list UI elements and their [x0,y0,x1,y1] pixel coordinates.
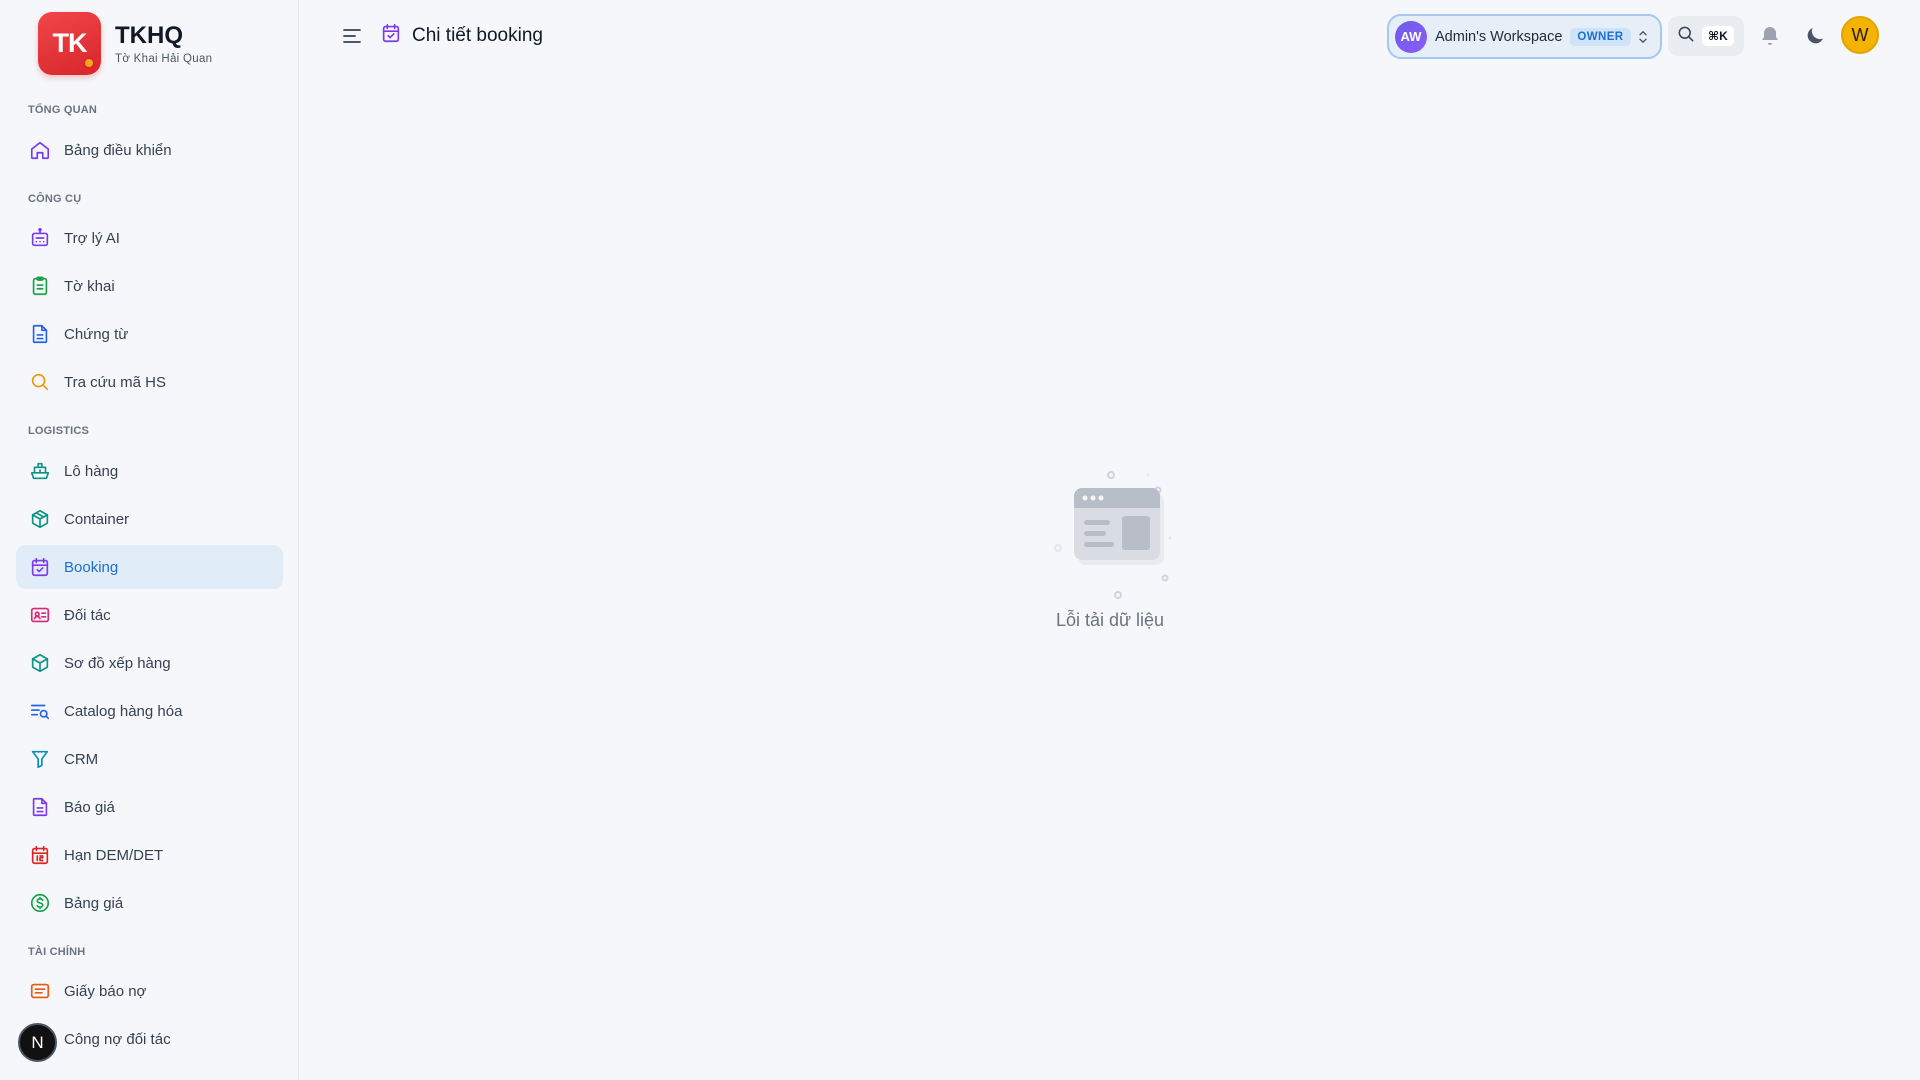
moon-icon[interactable] [1803,24,1827,48]
brand-text: TKHQ Tờ Khai Hải Quan [115,22,212,65]
sidebar-item-label: Tra cứu mã HS [64,373,167,391]
sidebar-item-label: Bảng giá [64,894,124,912]
page-title: Chi tiết booking [412,24,543,46]
sidebar-item-label: Booking [64,558,119,576]
search-shortcut: ⌘K [1702,26,1734,46]
search-icon [28,370,52,394]
sidebar-item-price-list[interactable]: Bảng giá [16,881,283,925]
sidebar-item-debit-note[interactable]: Giấy báo nợ [16,969,283,1013]
file-text-icon [28,795,52,819]
calendar-12-icon [28,843,52,867]
sidebar-item-label: Container [64,510,130,528]
sidebar-item-label: Chứng từ [64,325,129,343]
workspace-switcher[interactable]: AW Admin's Workspace OWNER [1387,14,1662,59]
sidebar-toggle-icon[interactable] [340,24,364,48]
sidebar-item-label: CRM [64,750,99,768]
id-card-icon [28,603,52,627]
n-badge-button[interactable]: N [18,1023,57,1062]
top-header: Chi tiết booking AW Admin's Workspace OW… [300,0,1920,72]
sidebar-item-stowage[interactable]: Sơ đồ xếp hàng [16,641,283,685]
empty-state: Lỗi tải dữ liệu [1030,460,1190,631]
sidebar-item-label: Đối tác [64,606,111,624]
workspace-name: Admin's Workspace [1435,28,1563,45]
file-text-icon [28,322,52,346]
sidebar-item-dashboard[interactable]: Bảng điều khiển [16,128,283,172]
brand[interactable]: TK TKHQ Tờ Khai Hải Quan [38,12,212,75]
search-icon [1676,24,1696,49]
sidebar-item-label: Trợ lý AI [64,229,120,247]
sidebar-item-ai[interactable]: Trợ lý AI [16,216,283,260]
sidebar-item-label: Sơ đồ xếp hàng [64,654,171,672]
ship-icon [28,459,52,483]
app-root: TK TKHQ Tờ Khai Hải Quan TỔNG QUAN Bảng … [0,0,1920,1080]
sidebar-item-label: Giấy báo nợ [64,982,147,1000]
calendar-check-icon [380,22,402,49]
section-label-tools: CÔNG CỤ [28,193,82,205]
search-button[interactable]: ⌘K [1668,16,1744,56]
sidebar-item-shipments[interactable]: Lô hàng [16,449,283,493]
sidebar-item-label: Công nợ đối tác [64,1030,171,1048]
sidebar-item-crm[interactable]: CRM [16,737,283,781]
workspace-role-badge: OWNER [1570,27,1631,46]
brand-logo-text: TK [52,28,88,58]
cube-icon [28,651,52,675]
workspace-avatar: AW [1395,20,1427,53]
empty-browser-icon [1030,460,1190,600]
sidebar-item-catalog[interactable]: Catalog hàng hóa [16,689,283,733]
sidebar-item-declaration[interactable]: Tờ khai [16,264,283,308]
brand-name: TKHQ [115,22,183,49]
sidebar-item-hs-lookup[interactable]: Tra cứu mã HS [16,360,283,404]
logo-dot [83,57,95,69]
home-icon [28,138,52,162]
brand-logo: TK [38,12,101,75]
sidebar-item-label: Bảng điều khiển [64,141,172,159]
calendar-check-icon [28,555,52,579]
user-avatar[interactable]: W [1841,16,1879,54]
clipboard-icon [28,274,52,298]
dollar-circle-icon [28,891,52,915]
sidebar-item-label: Tờ khai [64,277,115,295]
sidebar: TK TKHQ Tờ Khai Hải Quan TỔNG QUAN Bảng … [0,0,299,1080]
sidebar-item-booking[interactable]: Booking [16,545,283,589]
list-search-icon [28,699,52,723]
page-title-wrap: Chi tiết booking [380,22,543,49]
sidebar-item-demdet[interactable]: Hạn DEM/DET [16,833,283,877]
sidebar-item-partners[interactable]: Đối tác [16,593,283,637]
section-label-finance: TÀI CHÍNH [28,946,86,958]
box-icon [28,507,52,531]
sidebar-item-container[interactable]: Container [16,497,283,541]
section-label-logistics: LOGISTICS [28,425,90,437]
message-lines-icon [28,979,52,1003]
sidebar-item-label: Catalog hàng hóa [64,702,183,720]
sidebar-item-label: Lô hàng [64,462,119,480]
filter-icon [28,747,52,771]
chevron-up-down-icon [1634,27,1652,52]
robot-icon [28,226,52,250]
sidebar-item-documents[interactable]: Chứng từ [16,312,283,356]
sidebar-item-label: Hạn DEM/DET [64,846,164,864]
sidebar-item-quotes[interactable]: Báo giá [16,785,283,829]
empty-state-message: Lỗi tải dữ liệu [1055,610,1165,630]
sidebar-item-label: Báo giá [64,798,115,816]
bell-icon[interactable] [1758,24,1782,48]
brand-subtitle: Tờ Khai Hải Quan [115,53,213,65]
section-label-overview: TỔNG QUAN [28,104,98,116]
